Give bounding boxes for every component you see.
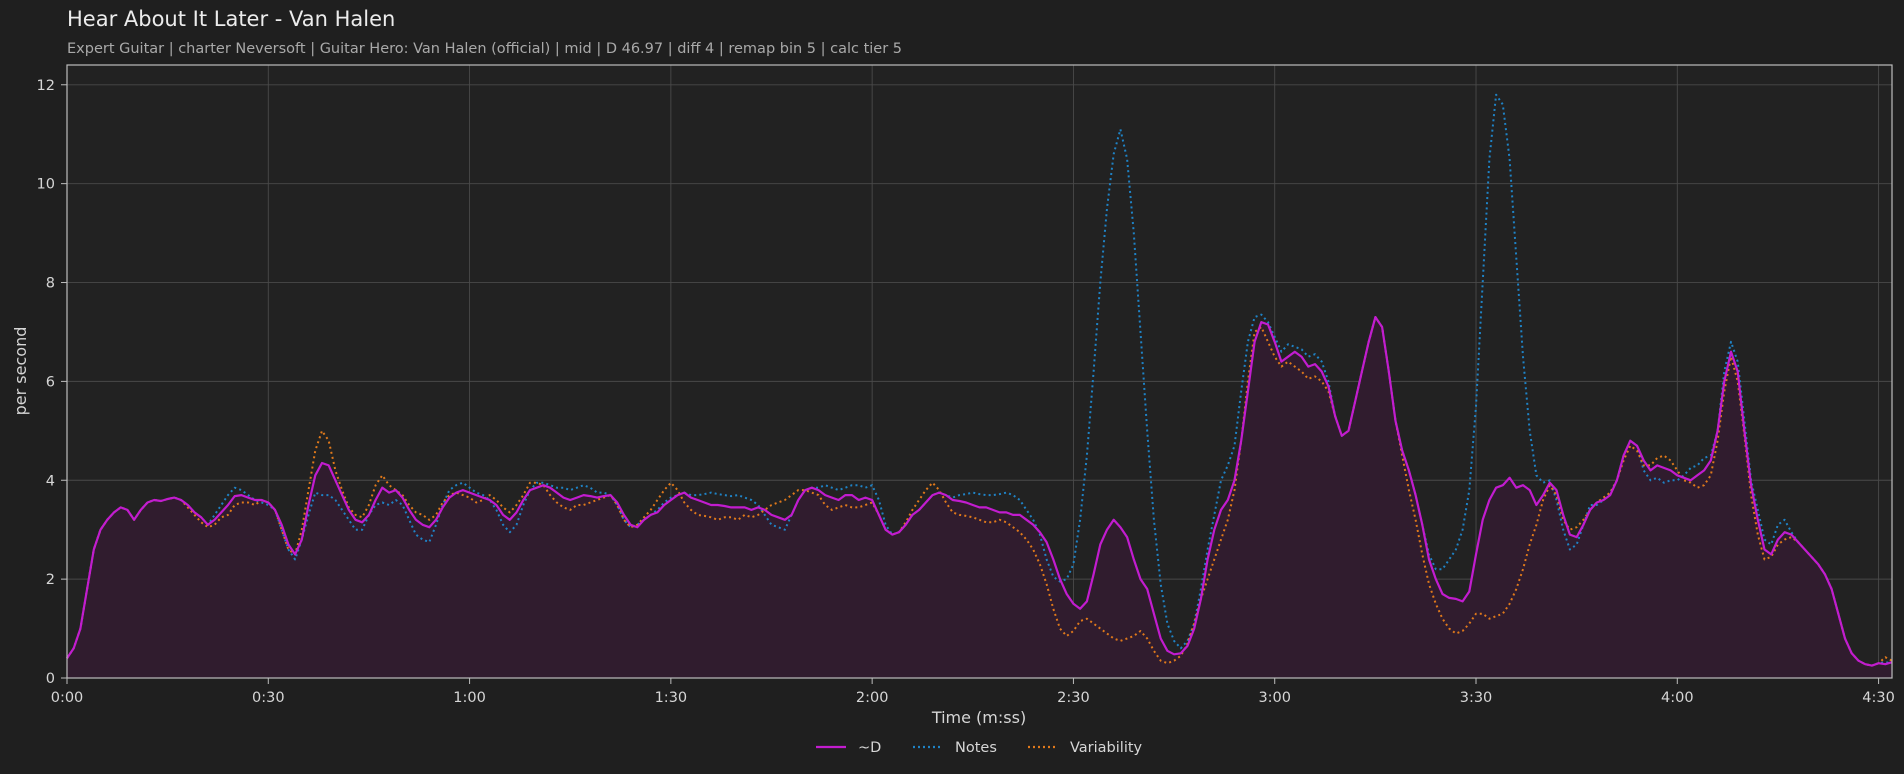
y-axis-label: per second: [11, 327, 30, 416]
legend-label: ~D: [858, 740, 881, 756]
x-axis-label: Time (m:ss): [931, 708, 1026, 727]
y-tick-label: 10: [37, 177, 55, 193]
x-tick-label: 0:30: [252, 690, 285, 706]
y-tick-label: 6: [46, 374, 55, 390]
y-tick-label: 2: [46, 572, 55, 588]
x-tick-label: 3:30: [1460, 690, 1493, 706]
x-tick-label: 2:00: [856, 690, 889, 706]
y-tick-label: 8: [46, 276, 55, 292]
x-tick-label: 2:30: [1057, 690, 1090, 706]
x-tick-label: 1:00: [453, 690, 486, 706]
legend-label: Notes: [955, 740, 997, 756]
legend: ~D Notes Variability: [816, 740, 1143, 756]
line-chart: 0:00 0:30 1:00 1:30 2:00 2:30 3:00 3:30 4:00 4:30…: [11, 64, 1895, 756]
y-tick-label: 12: [37, 78, 55, 94]
x-tick-label: 3:00: [1258, 690, 1291, 706]
x-tick-label: 4:30: [1862, 690, 1895, 706]
x-tick-label: 0:00: [51, 690, 84, 706]
y-tick-label: 4: [46, 473, 55, 489]
y-tick-label: 0: [46, 671, 55, 687]
legend-label: Variability: [1070, 740, 1143, 756]
x-tick-label: 1:30: [655, 690, 688, 706]
x-tick-label: 4:00: [1661, 690, 1694, 706]
